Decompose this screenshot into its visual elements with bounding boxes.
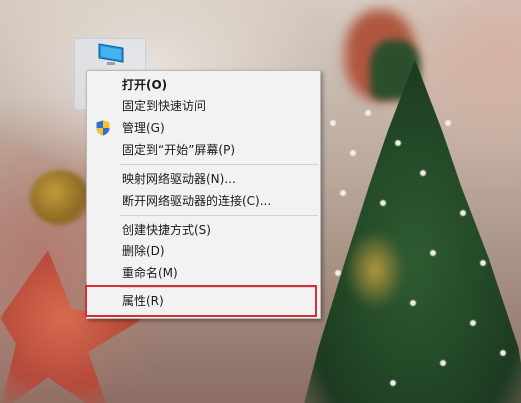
menu-item-label: 固定到“开始”屏幕(P) (122, 143, 236, 157)
menu-item-delete[interactable]: 删除(D) (91, 241, 316, 261)
menu-item-pin-start[interactable]: 固定到“开始”屏幕(P) (91, 140, 316, 160)
menu-item-open[interactable]: 打开(O) (91, 75, 316, 95)
menu-item-rename[interactable]: 重命名(M) (91, 263, 316, 283)
menu-item-label: 管理(G) (122, 121, 165, 135)
menu-item-label: 删除(D) (122, 244, 165, 258)
menu-item-label: 创建快捷方式(S) (122, 223, 211, 237)
menu-separator (120, 164, 318, 165)
menu-item-pin-quick-access[interactable]: 固定到快速访问 (91, 96, 316, 116)
menu-item-manage[interactable]: 管理(G) (91, 118, 316, 138)
menu-item-create-shortcut[interactable]: 创建快捷方式(S) (91, 220, 316, 240)
menu-item-label: 固定到快速访问 (122, 99, 207, 113)
menu-item-label: 断开网络驱动器的连接(C)... (122, 194, 272, 208)
uac-shield-icon (96, 120, 110, 136)
monitor-icon (98, 43, 124, 65)
menu-item-label: 映射网络驱动器(N)... (122, 172, 236, 186)
menu-separator (120, 215, 318, 216)
menu-item-map-network-drive[interactable]: 映射网络驱动器(N)... (91, 169, 316, 189)
context-menu: 打开(O) 固定到快速访问 管理(G) 固定到“开始”屏幕(P) 映射网络驱动器… (85, 70, 321, 319)
highlight-box (85, 285, 317, 317)
menu-item-label: 打开(O) (122, 78, 168, 92)
menu-item-disconnect-network-drive[interactable]: 断开网络驱动器的连接(C)... (91, 191, 316, 211)
menu-item-label: 重命名(M) (122, 266, 178, 280)
